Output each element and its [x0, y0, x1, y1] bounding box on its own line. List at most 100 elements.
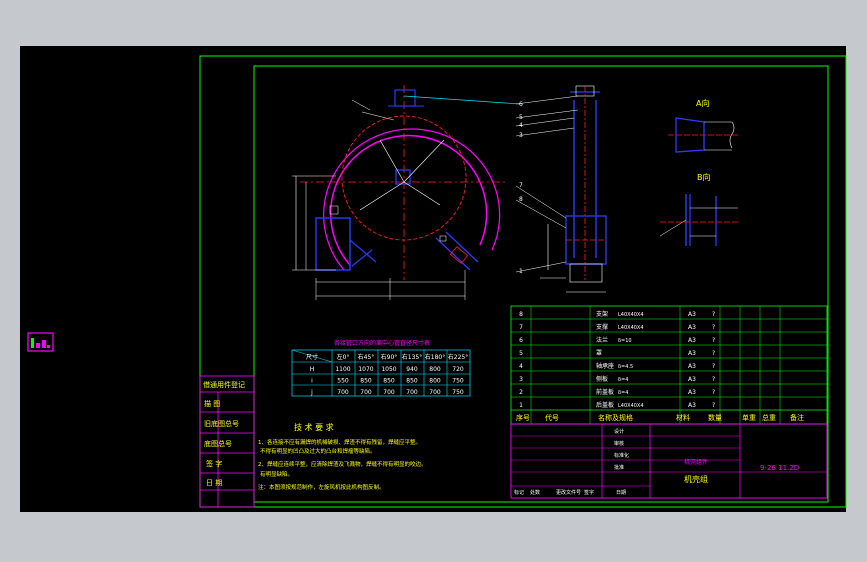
- dims-cell: 700: [429, 389, 441, 396]
- bom-name: 后盖板: [596, 401, 614, 409]
- bom-spec: δ=10: [618, 338, 632, 344]
- drawing-viewport: 借通用件登记 描 图 旧底图总号 底图总号 签 字 日 期 6 5 4 3 7 …: [0, 0, 867, 562]
- bom-index: 7: [519, 324, 523, 331]
- dims-header-cell: 右135°: [402, 353, 422, 361]
- dims-cell: 700: [360, 389, 372, 396]
- bom-material: A3: [688, 376, 696, 383]
- material-note: 机壳组件: [684, 458, 708, 466]
- left-label-2: 描 图: [204, 399, 220, 408]
- dims-table-title: 各接管口方向的离中心管直径尺寸表: [334, 339, 430, 347]
- callout-4: 4: [519, 122, 523, 129]
- bom-index: 8: [519, 311, 523, 318]
- title-block: 设计 审核 标准化 批准 9-26 11.2D 机壳组 机壳组件 标记 处数 更改文…: [510, 423, 828, 499]
- title-bottom-cell: 更改文件号: [556, 489, 581, 496]
- tech-title: 技 术 要 求: [294, 422, 334, 432]
- title-row-3: 标准化: [614, 452, 629, 459]
- dims-header-cell: 右90°: [381, 353, 398, 361]
- bom-material: A3: [688, 389, 696, 396]
- view-a: A向: [668, 98, 740, 153]
- bom-header-cell: 材料: [676, 413, 690, 422]
- dims-header-cell: 尺寸: [306, 353, 318, 361]
- casing-side-view: 6 5 4 3 7 8 1: [515, 85, 607, 293]
- dims-cell: 720: [452, 366, 464, 373]
- drawing-code: 9-26 11.2D: [760, 464, 799, 472]
- dims-cell: 940: [406, 366, 418, 373]
- bom-qty: ?: [712, 376, 715, 383]
- bom-material: A3: [688, 402, 696, 409]
- dims-cell: 750: [452, 378, 464, 385]
- bom-header-cell: 备注: [790, 413, 804, 422]
- bom-index: 1: [519, 402, 523, 409]
- bom-name: 前盖板: [596, 388, 614, 396]
- bom-qty: ?: [712, 402, 715, 409]
- dims-cell: 800: [429, 378, 441, 385]
- dims-cell: 700: [337, 389, 349, 396]
- casing-front-view: [292, 85, 521, 300]
- title-row-2: 审核: [614, 440, 624, 447]
- dims-cell: 850: [406, 378, 418, 385]
- bom-header-cell: 序号: [516, 413, 530, 422]
- bom-spec: δ=4: [618, 377, 628, 383]
- bom-name: 法兰: [596, 336, 608, 344]
- bom-name: 侧板: [596, 375, 608, 383]
- view-b: B向: [659, 172, 740, 246]
- tech-line-5: 注：本图须按规范制作，左旋风机按此机构图反制。: [258, 483, 385, 491]
- dims-header-cell: 右180°: [425, 353, 445, 361]
- thumbnail-icon: [27, 332, 54, 352]
- title-block-bottom-row: 标记 处数 更改文件号 签字 日期: [514, 489, 626, 496]
- dims-cell: 800: [429, 366, 441, 373]
- dims-table-cells: 尺寸 左0° 右45° 右90° 右135° 右180° 右225° H 1100 1070 105…: [306, 353, 468, 396]
- inner-frame: [253, 65, 829, 503]
- bom-index: 2: [519, 389, 523, 396]
- title-bottom-cell: 标记: [514, 489, 524, 496]
- bom-qty: ?: [712, 350, 715, 357]
- bom-name: 支撑: [596, 323, 608, 331]
- tech-line-1: 1、各连接不应有漏焊的机械破损、焊渣不得有残留，焊缝应平整。: [258, 438, 421, 446]
- cad-drawing: 借通用件登记 描 图 旧底图总号 底图总号 签 字 日 期 6 5 4 3 7 …: [27, 55, 847, 508]
- bom-spec: δ=4.5: [618, 364, 633, 370]
- dims-cell: 750: [452, 389, 464, 396]
- left-label-5: 签 字: [206, 459, 222, 468]
- bom-header: 序号 代号 名称及规格 材料 数量 单重 总重 备注: [516, 413, 804, 422]
- bom-header-cell: 名称及规格: [598, 413, 633, 422]
- bom-material: A3: [688, 311, 696, 318]
- bom-header-cell: 单重: [742, 413, 756, 422]
- dims-cell: 700: [406, 389, 418, 396]
- callout-1: 1: [519, 268, 523, 275]
- bom-material: A3: [688, 363, 696, 370]
- dims-header-cell: 右225°: [448, 353, 468, 361]
- dims-cell: 700: [383, 389, 395, 396]
- callout-3: 3: [519, 132, 523, 139]
- bom-material: A3: [688, 337, 696, 344]
- tech-line-3: 2、焊缝应连续平整，应清除焊渣及飞溅物，焊缝不得有明显的咬边。: [258, 460, 427, 468]
- bom-spec: δ=4: [618, 390, 628, 396]
- callout-6: 6: [519, 101, 523, 108]
- bom-table: 8 支架 L40X40X4 A3 ? 7 支撑 L40X40X4 A3 ? 6 法兰 δ=10 A3 ? 5 罩…: [510, 305, 828, 425]
- left-label-1: 借通用件登记: [203, 380, 245, 389]
- dims-header-cell: 右45°: [358, 353, 375, 361]
- dims-cell: i: [311, 378, 313, 385]
- bom-qty: ?: [712, 311, 715, 318]
- tech-requirements: 技 术 要 求 1、各连接不应有漏焊的机械破损、焊渣不得有残留，焊缝应平整。 不…: [258, 422, 427, 491]
- view-b-label: B向: [697, 172, 711, 182]
- bom-name: 轴承座: [596, 362, 614, 370]
- dims-cell: 850: [360, 378, 372, 385]
- title-row-1: 设计: [614, 428, 624, 435]
- tech-line-4: 有明显缺陷。: [260, 470, 293, 478]
- dims-cell: 550: [337, 378, 349, 385]
- dims-cell: j: [310, 389, 313, 396]
- dims-table: 各接管口方向的离中心管直径尺寸表 尺寸 左0° 右45° 右90° 右135° 右180°…: [291, 339, 471, 397]
- left-label-3: 旧底图总号: [204, 419, 239, 428]
- bom-header-cell: 代号: [545, 413, 559, 422]
- bom-header-cell: 总重: [762, 413, 776, 422]
- bom-index: 6: [519, 337, 523, 344]
- bom-spec: L40X40X4: [618, 312, 644, 318]
- bom-material: A3: [688, 324, 696, 331]
- callout-7: 7: [519, 182, 523, 189]
- dims-cell: 850: [383, 378, 395, 385]
- part-name: 机壳组: [684, 474, 708, 484]
- dims-header-cell: 左0°: [337, 353, 350, 361]
- bom-qty: ?: [712, 363, 715, 370]
- tech-line-2: 不得有明显的凹凸及过大的凸台和焊瘤等缺陷。: [260, 447, 376, 455]
- title-bottom-cell: 日期: [616, 490, 626, 496]
